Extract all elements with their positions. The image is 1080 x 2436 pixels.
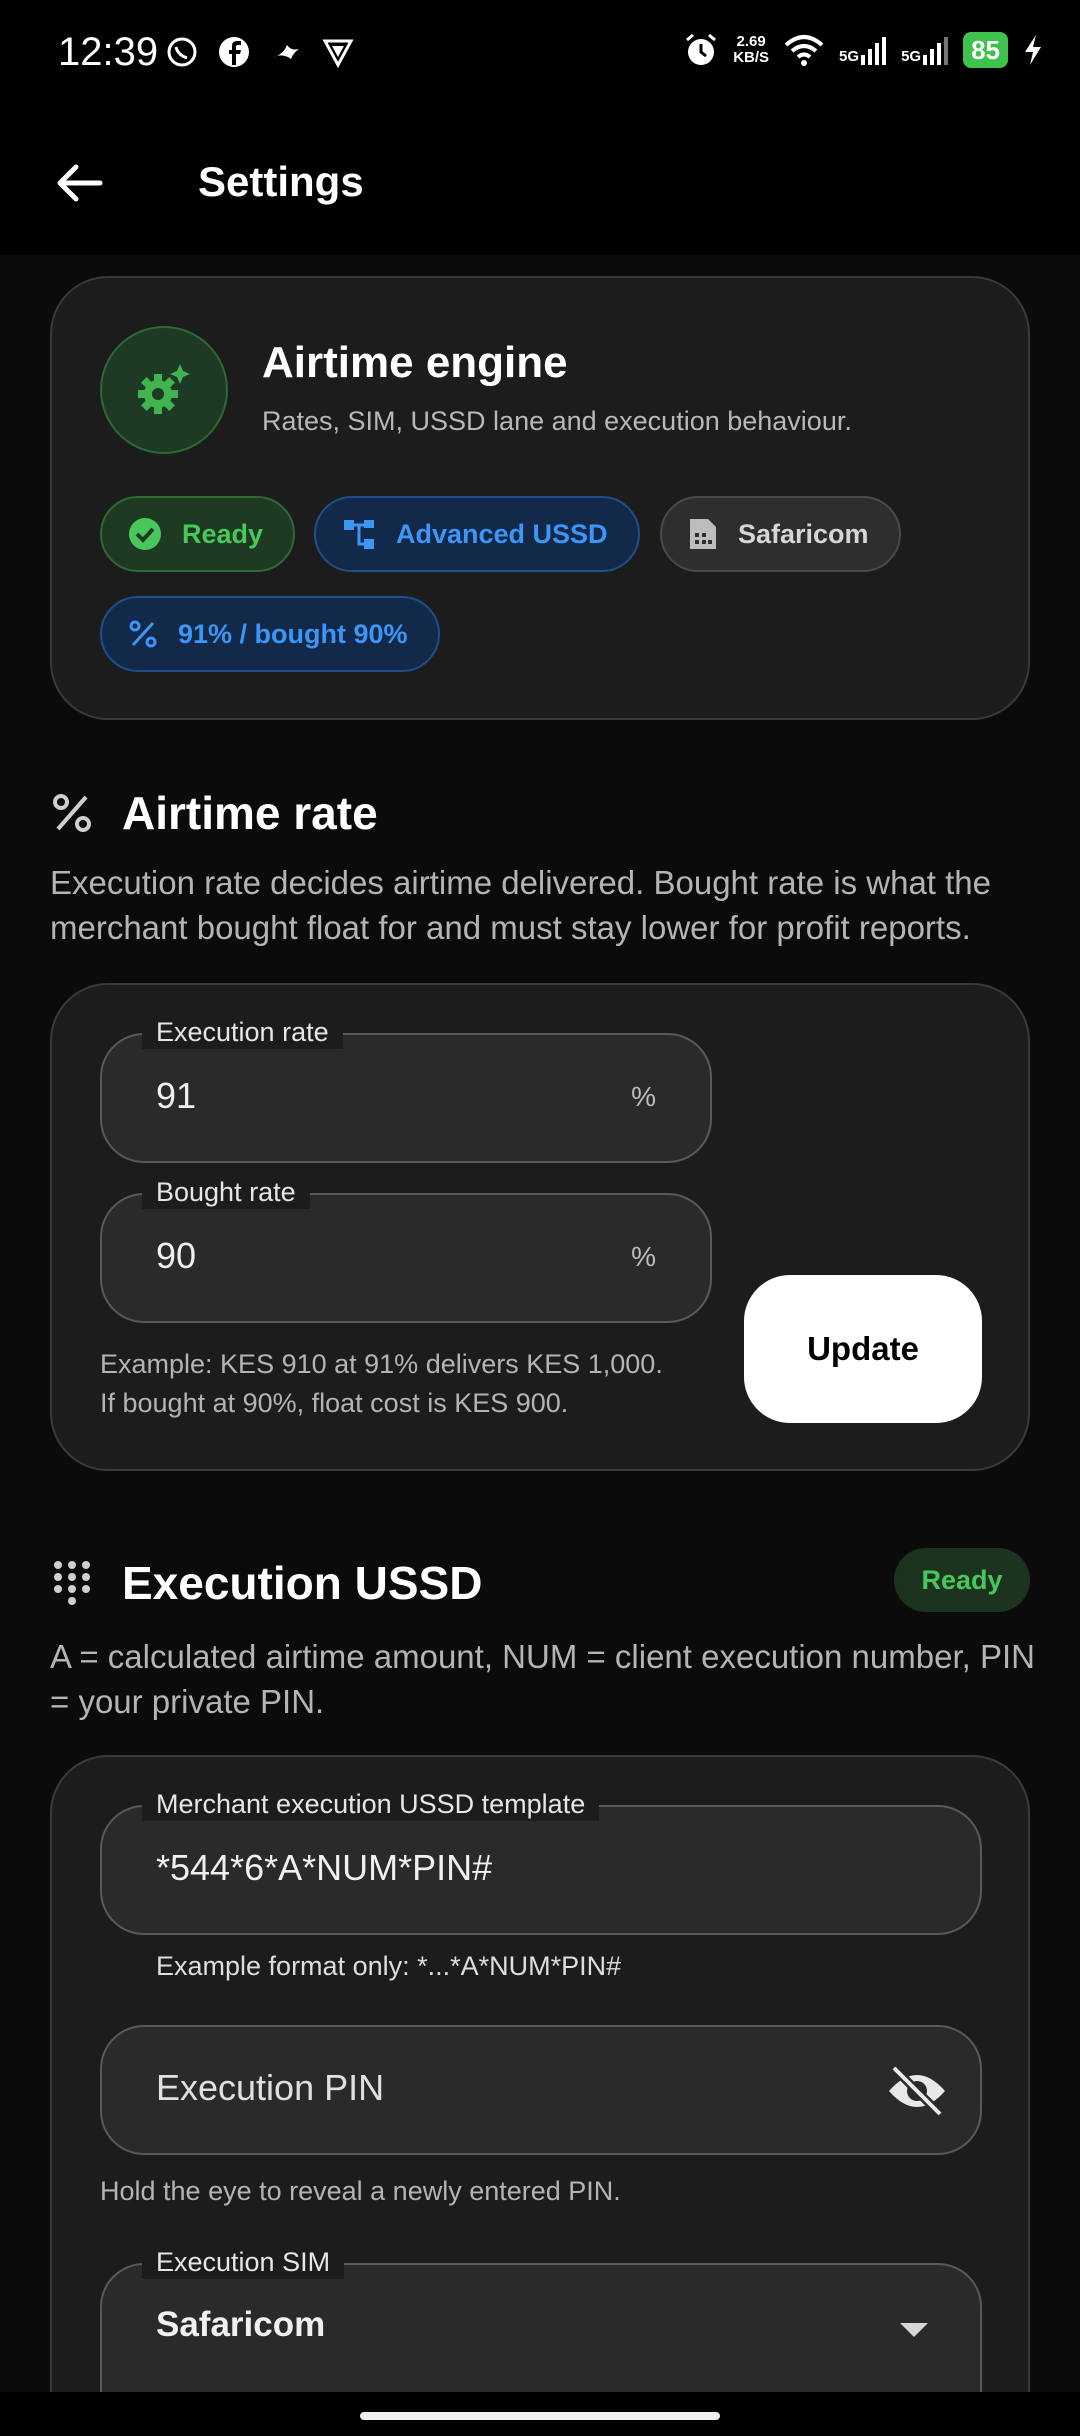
engine-title: Airtime engine — [262, 338, 568, 387]
sim-chip: Safaricom — [660, 496, 901, 572]
execution-sim-select[interactable]: Execution SIM Safaricom — [100, 2245, 982, 2413]
rate-example-line2: If bought at 90%, float cost is KES 900. — [100, 1388, 569, 1418]
facebook-icon — [219, 37, 249, 67]
ussd-status-badge: Ready — [894, 1548, 1030, 1612]
ussd-template-hint: Example format only: *...*A*NUM*PIN# — [156, 1951, 622, 1981]
ready-chip: Ready — [100, 496, 296, 572]
execution-ussd-header: Execution USSD — [50, 1556, 482, 1610]
execution-ussd-title: Execution USSD — [122, 1557, 483, 1609]
rate-chip: 91% / bought 90% — [100, 596, 440, 672]
signal-sim1: 5G — [839, 35, 887, 65]
net-speed-value: 2.69 — [736, 33, 766, 50]
execution-rate-suffix: % — [631, 1081, 656, 1112]
app-bar: Settings — [0, 115, 1080, 255]
signal-sim2: 5G — [901, 35, 949, 65]
advanced-ussd-chip: Advanced USSD — [314, 496, 640, 572]
sim1-network: 5G — [839, 48, 860, 65]
airtime-rate-card: Execution rate 91 % Bought rate 90 % Exa… — [50, 983, 1030, 1471]
engine-gear-icon — [100, 326, 228, 454]
ussd-template-label: Merchant execution USSD template — [142, 1787, 600, 1821]
vpn-icon — [322, 39, 354, 69]
execution-rate-field[interactable]: Execution rate 91 % — [100, 1015, 712, 1163]
rate-chip-label: 91% / bought 90% — [178, 618, 408, 649]
battery-level: 85 — [963, 32, 1008, 68]
check-circle-icon — [129, 518, 161, 550]
sim-card-icon — [690, 519, 716, 549]
net-speed-unit: KB/S — [733, 49, 770, 66]
page-title: Settings — [198, 158, 364, 205]
ready-chip-label: Ready — [182, 518, 264, 549]
sim2-network: 5G — [901, 48, 922, 65]
execution-ussd-description: A = calculated airtime amount, NUM = cli… — [50, 1638, 1035, 1720]
home-indicator[interactable] — [360, 2412, 720, 2420]
dropdown-arrow-icon[interactable] — [900, 2323, 928, 2337]
bought-rate-suffix: % — [631, 1241, 656, 1272]
percent-icon — [129, 620, 157, 648]
airtime-engine-card: Airtime engine Rates, SIM, USSD lane and… — [50, 276, 1030, 720]
pin-hint: Hold the eye to reveal a newly entered P… — [100, 2176, 621, 2206]
back-arrow-icon[interactable] — [52, 155, 108, 211]
update-button[interactable]: Update — [744, 1275, 982, 1423]
eye-off-icon[interactable] — [886, 2064, 948, 2118]
bought-rate-label: Bought rate — [142, 1175, 310, 1209]
rate-example-line1: Example: KES 910 at 91% delivers KES 1,0… — [100, 1349, 663, 1379]
execution-rate-value[interactable]: 91 — [156, 1075, 196, 1117]
signal-icon — [861, 37, 887, 65]
execution-pin-placeholder[interactable]: Execution PIN — [156, 2067, 384, 2109]
bought-rate-field[interactable]: Bought rate 90 % — [100, 1175, 712, 1323]
wifi-icon — [784, 35, 824, 66]
advanced-ussd-label: Advanced USSD — [396, 518, 608, 549]
status-bar: 12:39 2.69 KB/S 5G 5G 85 — [0, 0, 1080, 115]
ussd-template-field[interactable]: Merchant execution USSD template *544*6*… — [100, 1787, 982, 1935]
execution-pin-field[interactable]: Execution PIN — [100, 2025, 982, 2155]
execution-sim-label: Execution SIM — [142, 2245, 345, 2279]
execution-ussd-card: Merchant execution USSD template *544*6*… — [50, 1755, 1030, 2436]
airtime-rate-description: Execution rate decides airtime delivered… — [50, 864, 992, 946]
airtime-rate-header: Airtime rate — [50, 786, 378, 840]
bought-rate-value[interactable]: 90 — [156, 1235, 196, 1277]
dialpad-icon — [54, 1561, 90, 1605]
signal-icon — [923, 37, 949, 65]
airtime-rate-title: Airtime rate — [122, 787, 378, 839]
charging-icon — [1025, 35, 1041, 65]
engine-subtitle: Rates, SIM, USSD lane and execution beha… — [262, 406, 852, 436]
bird-icon — [273, 45, 299, 59]
net-speed: 2.69 KB/S — [733, 34, 769, 66]
whatsapp-icon — [167, 37, 197, 67]
execution-rate-label: Execution rate — [142, 1015, 343, 1049]
lane-icon — [344, 520, 374, 549]
notification-icons — [165, 35, 355, 69]
alarm-icon — [686, 33, 717, 65]
system-icons: 2.69 KB/S 5G 5G 85 — [683, 32, 1044, 68]
execution-sim-value[interactable]: Safaricom — [156, 2305, 325, 2345]
ussd-template-value[interactable]: *544*6*A*NUM*PIN# — [156, 1847, 492, 1889]
rate-example: Example: KES 910 at 91% delivers KES 1,0… — [100, 1345, 663, 1423]
percent-icon — [53, 794, 91, 832]
status-time: 12:39 — [58, 30, 159, 74]
sim-chip-label: Safaricom — [738, 518, 869, 549]
